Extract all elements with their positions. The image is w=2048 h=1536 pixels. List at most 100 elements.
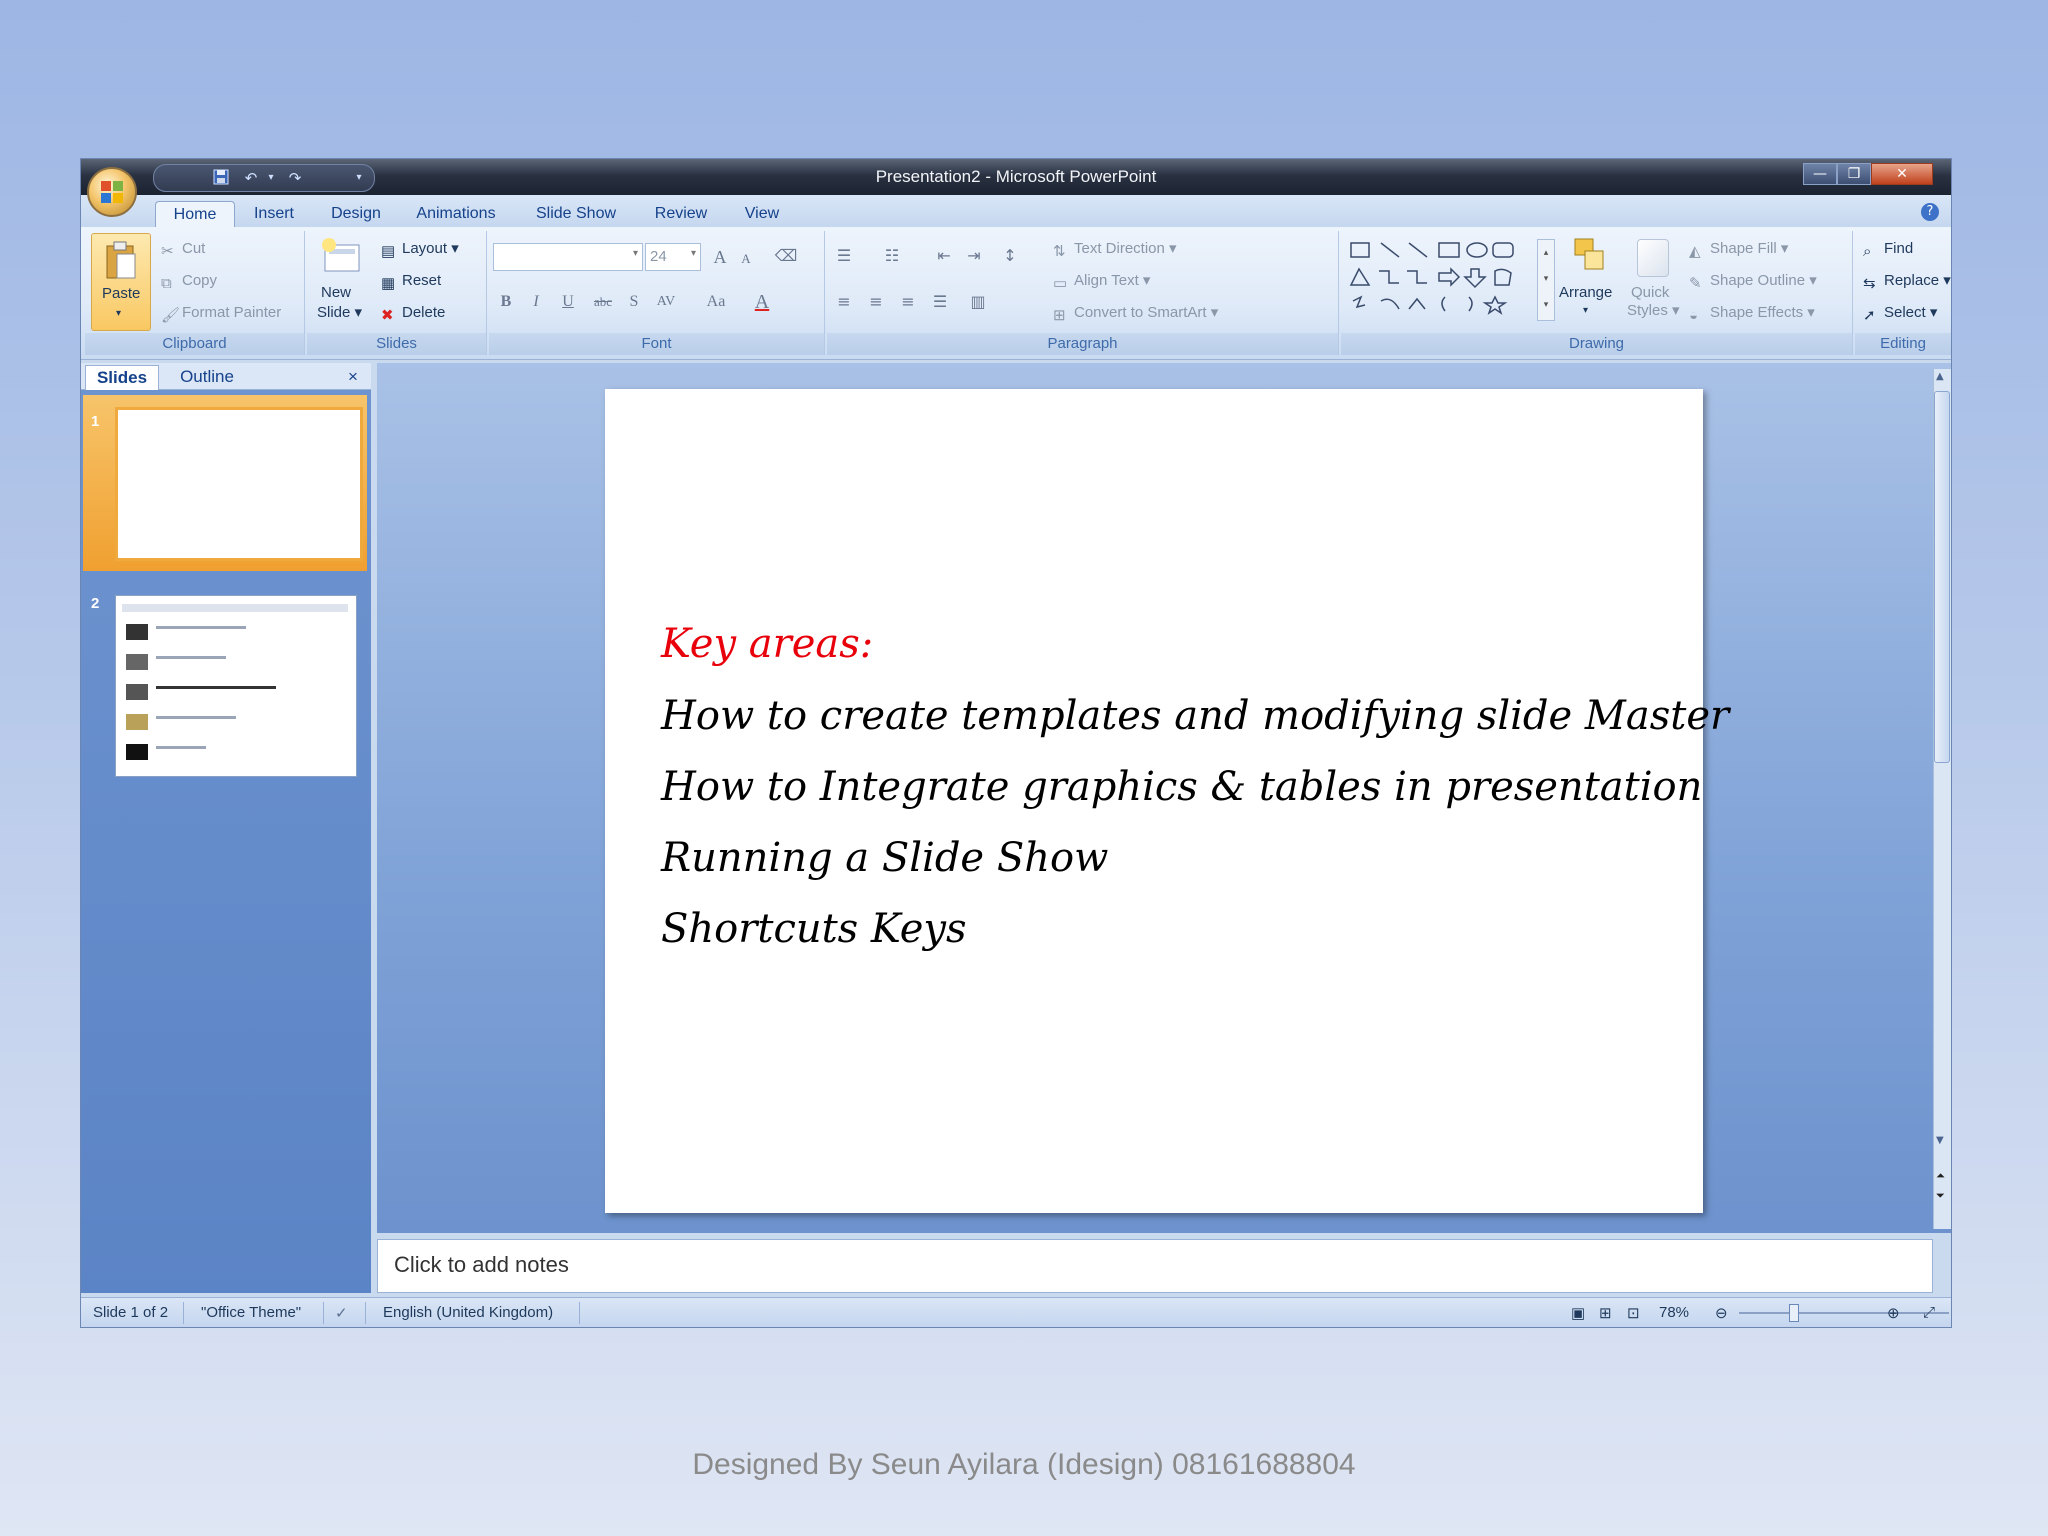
align-left-icon[interactable]: ≡ bbox=[831, 289, 857, 315]
text-direction-button[interactable]: ⇅ Text Direction ▾ bbox=[1053, 239, 1177, 260]
tab-review[interactable]: Review bbox=[641, 201, 721, 227]
help-icon[interactable]: ? bbox=[1921, 203, 1939, 221]
slide-bullet[interactable]: How to create templates and modifying sl… bbox=[661, 693, 1729, 739]
font-name-dropdown[interactable]: ▾ bbox=[493, 243, 643, 271]
shape-fill-button[interactable]: ◭ Shape Fill ▾ bbox=[1689, 239, 1788, 260]
reset-button[interactable]: ▦ Reset bbox=[381, 271, 441, 292]
bullets-icon[interactable]: ☰ bbox=[831, 243, 857, 269]
arrange-icon bbox=[1574, 238, 1604, 270]
minimize-button[interactable]: — bbox=[1803, 163, 1837, 185]
shrink-font-button[interactable]: A bbox=[733, 246, 759, 272]
underline-button[interactable]: U bbox=[555, 289, 581, 315]
font-group-label: Font bbox=[489, 333, 824, 355]
font-size-dropdown[interactable]: 24 ▾ bbox=[645, 243, 701, 271]
tab-slide-show[interactable]: Slide Show bbox=[521, 201, 631, 227]
delete-button[interactable]: ✖ Delete bbox=[381, 303, 445, 324]
shapes-gallery-scroll[interactable]: ▴ ▾ ▾ bbox=[1537, 239, 1555, 321]
zoom-in-icon[interactable]: ⊕ bbox=[1887, 1304, 1900, 1322]
save-icon[interactable] bbox=[212, 169, 230, 187]
drawing-group-label: Drawing bbox=[1341, 333, 1852, 355]
align-center-icon[interactable]: ≡ bbox=[863, 289, 889, 315]
increase-indent-icon[interactable]: ⇥ bbox=[961, 243, 987, 269]
tab-outline[interactable]: Outline bbox=[165, 365, 249, 389]
align-text-button[interactable]: ▭ Align Text ▾ bbox=[1053, 271, 1150, 292]
slide-heading[interactable]: Key areas: bbox=[661, 621, 873, 667]
line-spacing-icon[interactable]: ↕ bbox=[997, 243, 1023, 269]
ribbon-tabs: Home Insert Design Animations Slide Show… bbox=[81, 195, 1951, 228]
slide-bullet[interactable]: How to Integrate graphics & tables in pr… bbox=[661, 764, 1702, 810]
previous-slide-icon[interactable]: ⏶ bbox=[1936, 1169, 1945, 1183]
slide-thumbnail-2[interactable] bbox=[115, 595, 357, 777]
copy-button[interactable]: ⧉ Copy bbox=[161, 271, 217, 292]
tab-insert[interactable]: Insert bbox=[239, 201, 309, 227]
slide-show-icon[interactable]: ⊡ bbox=[1627, 1304, 1640, 1322]
tab-home[interactable]: Home bbox=[155, 201, 235, 228]
zoom-out-icon[interactable]: ⊖ bbox=[1715, 1304, 1728, 1322]
undo-dropdown-icon[interactable]: ▾ bbox=[262, 169, 280, 187]
chevron-down-icon: ▾ bbox=[690, 248, 696, 259]
tab-view[interactable]: View bbox=[727, 201, 797, 227]
bold-button[interactable]: B bbox=[493, 289, 519, 315]
paste-button[interactable]: Paste ▾ bbox=[91, 233, 151, 331]
scroll-down-icon[interactable]: ▼ bbox=[1936, 1135, 1944, 1146]
shape-outline-button[interactable]: ✎ Shape Outline ▾ bbox=[1689, 271, 1817, 292]
columns-icon[interactable]: ▥ bbox=[965, 289, 991, 315]
zoom-slider-thumb[interactable] bbox=[1789, 1304, 1799, 1322]
convert-smartart-button[interactable]: ⊞ Convert to SmartArt ▾ bbox=[1053, 303, 1218, 324]
numbering-icon[interactable]: ☷ bbox=[879, 243, 905, 269]
italic-button[interactable]: I bbox=[523, 289, 549, 315]
tab-slides[interactable]: Slides bbox=[85, 365, 159, 390]
justify-icon[interactable]: ☰ bbox=[927, 289, 953, 315]
slide-thumbnail-1[interactable] bbox=[115, 407, 363, 561]
cut-button[interactable]: ✂ Cut bbox=[161, 239, 205, 260]
select-label: Select bbox=[1884, 304, 1926, 321]
maximize-button[interactable]: ❐ bbox=[1837, 163, 1871, 185]
replace-icon: ⇆ bbox=[1863, 275, 1876, 292]
character-spacing-button[interactable]: AV bbox=[649, 289, 683, 315]
clear-formatting-icon[interactable]: ⌫ bbox=[773, 244, 799, 270]
editing-group: ⌕ Find ⇆ Replace ▾ ➚ Select ▾ Editing bbox=[1855, 231, 1951, 355]
redo-icon[interactable]: ↷ bbox=[286, 169, 304, 187]
change-case-button[interactable]: Aa bbox=[699, 289, 733, 315]
align-right-icon[interactable]: ≡ bbox=[895, 289, 921, 315]
ribbon: Paste ▾ ✂ Cut ⧉ Copy 🖌 Format Painter Clipb… bbox=[81, 227, 1951, 360]
tab-animations[interactable]: Animations bbox=[401, 201, 511, 227]
slide-sorter-icon[interactable]: ⊞ bbox=[1599, 1304, 1612, 1322]
office-button[interactable] bbox=[87, 167, 137, 217]
tab-design[interactable]: Design bbox=[321, 201, 391, 227]
customize-icon[interactable]: ▾ bbox=[350, 169, 368, 187]
normal-view-icon[interactable]: ▣ bbox=[1571, 1304, 1585, 1322]
close-button[interactable]: ✕ bbox=[1871, 163, 1933, 185]
new-slide-button[interactable]: New Slide ▾ bbox=[311, 233, 369, 329]
undo-icon[interactable]: ↶ bbox=[242, 169, 260, 187]
scrollbar-thumb[interactable] bbox=[1934, 391, 1950, 763]
slide-canvas[interactable]: Key areas: How to create templates and m… bbox=[605, 389, 1729, 1213]
slide-bullet[interactable]: Running a Slide Show bbox=[661, 835, 1108, 881]
spell-check-icon[interactable]: ✓ bbox=[335, 1304, 348, 1322]
layout-button[interactable]: ▤ Layout ▾ bbox=[381, 239, 459, 260]
shape-effects-button[interactable]: ◒ Shape Effects ▾ bbox=[1689, 303, 1815, 324]
decrease-indent-icon[interactable]: ⇤ bbox=[931, 243, 957, 269]
next-slide-icon[interactable]: ⏷ bbox=[1936, 1189, 1945, 1203]
fit-to-window-icon[interactable]: ⤢ bbox=[1923, 1304, 1935, 1321]
binoculars-icon: ⌕ bbox=[1863, 243, 1872, 260]
replace-button[interactable]: ⇆ Replace ▾ bbox=[1863, 271, 1951, 292]
notes-pane[interactable]: Click to add notes bbox=[377, 1239, 1933, 1293]
format-painter-button[interactable]: 🖌 Format Painter bbox=[161, 303, 281, 324]
grow-font-button[interactable]: A bbox=[707, 244, 733, 270]
scroll-up-icon[interactable]: ▲ bbox=[1936, 371, 1944, 382]
delete-icon: ✖ bbox=[381, 307, 394, 324]
shapes-gallery-icon[interactable] bbox=[1347, 239, 1537, 319]
shadow-button[interactable]: S bbox=[621, 289, 647, 315]
slide-bullet[interactable]: Shortcuts Keys bbox=[661, 906, 967, 952]
find-button[interactable]: ⌕ Find bbox=[1863, 239, 1913, 260]
select-button[interactable]: ➚ Select ▾ bbox=[1863, 303, 1937, 324]
zoom-slider[interactable] bbox=[1739, 1312, 1949, 1314]
strikethrough-button[interactable]: abc bbox=[587, 289, 619, 315]
close-pane-icon[interactable]: × bbox=[343, 365, 363, 389]
language-indicator[interactable]: English (United Kingdom) bbox=[383, 1304, 553, 1321]
zoom-level[interactable]: 78% bbox=[1659, 1304, 1689, 1321]
quick-styles-button[interactable]: Quick Styles ▾ bbox=[1625, 233, 1681, 329]
font-color-button[interactable]: A bbox=[749, 289, 775, 315]
arrange-button[interactable]: Arrange ▾ bbox=[1559, 233, 1619, 329]
